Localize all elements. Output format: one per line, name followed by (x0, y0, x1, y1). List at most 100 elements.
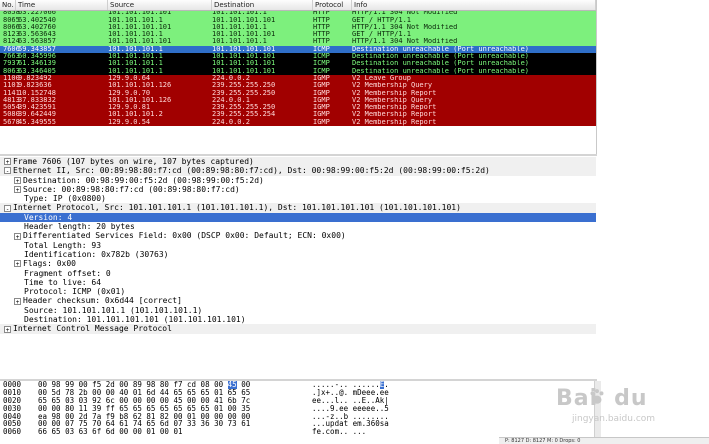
wireshark-window: 805763.226843101.101.101.1101.101.101.10… (0, 0, 709, 444)
expand-icon[interactable]: + (14, 176, 21, 185)
detail-row[interactable]: Time to live: 64 (0, 278, 596, 287)
packet-cell-dst: 101.101.101.101 (212, 67, 276, 75)
packet-row[interactable]: 1101 9.823636 101.101.101.126 239.255.255.2… (0, 82, 596, 90)
expand-icon[interactable]: + (14, 232, 21, 241)
packet-cell-src: 101.101.101.1 (108, 31, 163, 39)
packet-cell-info: Destination unreachable (Port unreachabl… (352, 67, 530, 75)
packet-cell-proto: ICMP (313, 53, 330, 61)
expand-icon[interactable]: + (14, 186, 21, 194)
column-header-time[interactable]: Time (16, 0, 108, 10)
detail-text: Differentiated Services Field: 0x00 (DSC… (23, 231, 346, 241)
packet-row[interactable]: 1100 9.823492 129.9.0.64 224.0.0.2 IGMP V2 Le… (0, 74, 596, 83)
detail-row[interactable]: + Differentiated Services Field: 0x00 (DS… (0, 231, 596, 241)
detail-row[interactable]: Fragment offset: 0 (0, 269, 596, 278)
detail-row[interactable]: + Internet Control Message Protocol (0, 324, 596, 334)
packet-cell-info: V2 Leave Group (352, 74, 412, 82)
packet-cell-proto: IGMP (313, 74, 330, 82)
packet-cell-src: 129.9.0.54 (108, 118, 151, 126)
packet-cell-info: HTTP/1.1 304 Not Modified (352, 38, 458, 46)
packet-row[interactable]: 8065 63.402540 101.101.101.1 101.101.101.10… (0, 16, 596, 24)
packet-cell-src: 101.101.101.126 (108, 96, 172, 104)
column-header-source[interactable]: Source (108, 0, 212, 10)
detail-row[interactable]: Type: IP (0x0800) (0, 194, 596, 203)
packet-cell-dst: 224.0.0.1 (212, 96, 250, 104)
hex-ascii[interactable]: fe.com.. ... (312, 428, 366, 436)
detail-row[interactable]: Total Length: 93 (0, 241, 596, 250)
packet-row[interactable]: 8123 63.563643 101.101.101.1 101.101.101.10… (0, 31, 596, 39)
packet-row[interactable]: 1141 10.152748 129.9.0.70 239.255.255.250 IG… (0, 89, 596, 97)
packet-cell-src: 101.101.101.1 (108, 60, 163, 68)
collapse-icon[interactable]: - (4, 204, 11, 213)
packet-cell-time: 39.423591 (18, 104, 56, 112)
detail-row[interactable]: - Internet Protocol, Src: 101.101.101.1 (… (0, 203, 596, 213)
packet-cell-dst: 101.101.101.101 (212, 31, 276, 39)
packet-details[interactable]: + Frame 7606 (107 bytes on wire, 107 byte… (0, 157, 596, 379)
detail-row[interactable]: + Destination: 00:98:99:00:f5:2d (00:98:9… (0, 176, 596, 185)
packet-row[interactable]: 7937 61.346139 101.101.101.1 101.101.101.10… (0, 60, 596, 68)
expand-icon[interactable]: + (14, 297, 21, 306)
detail-row[interactable]: + Frame 7606 (107 bytes on wire, 107 byte… (0, 157, 596, 167)
detail-text: Version: 4 (24, 212, 73, 222)
detail-row[interactable]: + Source: 00:89:98:80:f7:cd (00:89:98:80:… (0, 185, 596, 194)
packet-bytes[interactable]: 0000 00 98 99 00 f5 2d 00 89 98 80 f7 cd … (0, 381, 596, 444)
expand-icon[interactable]: + (14, 260, 21, 268)
column-header-info[interactable]: Info (352, 0, 596, 10)
column-header-protocol[interactable]: Protocol (313, 0, 352, 10)
detail-row[interactable]: Header length: 20 bytes (0, 222, 596, 231)
packet-row[interactable]: 5054 39.423591 129.9.0.81 239.255.255.250 IG… (0, 104, 596, 112)
detail-row[interactable]: Identification: 0x782b (30763) (0, 250, 596, 259)
packet-list-header: No. Time Source Destination Protocol Inf… (0, 0, 596, 11)
hex-bytes-text: 66 65 03 63 6f 6d 00 00 01 00 01 (38, 427, 183, 437)
packet-row[interactable]: 8066 63.402760 101.101.101.101 101.101.101.… (0, 23, 596, 32)
detail-row[interactable]: Version: 4 (0, 212, 596, 223)
packet-cell-info: Destination unreachable (Port unreachabl… (352, 45, 530, 53)
packet-row[interactable]: 5678 45.349555 129.9.0.54 224.0.0.2 IGMP V2 M… (0, 118, 596, 127)
column-header-destination[interactable]: Destination (212, 0, 313, 10)
packet-cell-dst: 239.255.255.250 (212, 104, 276, 112)
packet-cell-time: 39.642449 (18, 111, 56, 119)
detail-text: Fragment offset: 0 (24, 268, 111, 278)
packet-row[interactable]: 4813 37.833832 101.101.101.126 224.0.0.1 IGM… (0, 96, 596, 105)
packet-cell-time: 45.349555 (18, 118, 56, 126)
packet-cell-dst: 101.101.101.101 (212, 16, 276, 24)
empty-side-area (597, 0, 709, 444)
detail-row[interactable]: Protocol: ICMP (0x01) (0, 287, 596, 296)
detail-row[interactable]: Source: 101.101.101.1 (101.101.101.1) (0, 306, 596, 315)
packet-row[interactable]: 5080 39.642449 101.101.101.2 239.255.255.25… (0, 111, 596, 119)
expand-icon[interactable]: + (4, 158, 11, 166)
packet-row[interactable]: 8063 63.346405 101.101.101.1 101.101.101.10… (0, 67, 596, 75)
detail-text: Total Length: 93 (24, 240, 102, 250)
packet-cell-proto: HTTP (313, 16, 330, 24)
detail-text: Internet Protocol, Src: 101.101.101.1 (1… (13, 203, 461, 213)
detail-text: Frame 7606 (107 bytes on wire, 107 bytes… (13, 157, 254, 166)
detail-row[interactable]: + Header checksum: 0x6d44 [correct] (0, 296, 596, 306)
packet-cell-info: V2 Membership Report (352, 118, 437, 126)
detail-text: Source: 101.101.101.1 (101.101.101.1) (24, 305, 203, 315)
packet-row-selected[interactable]: 7606 59.343857 101.101.101.1 101.101.101.10… (0, 45, 596, 54)
collapse-icon[interactable]: - (4, 167, 11, 175)
packet-list[interactable]: 805763.226843101.101.101.1101.101.101.10… (0, 0, 597, 154)
packet-cell-time: 37.833832 (18, 96, 56, 104)
packet-row[interactable]: 7663 60.345996 101.101.101.1 101.101.101.10… (0, 53, 596, 61)
detail-text: Protocol: ICMP (0x01) (24, 287, 126, 297)
packet-cell-src: 129.9.0.64 (108, 74, 151, 82)
packet-cell-dst: 224.0.0.2 (212, 118, 250, 126)
packet-cell-info: V2 Membership Report (352, 89, 437, 97)
packet-cell-src: 101.101.101.126 (108, 82, 172, 90)
packet-row[interactable]: 8124 63.563857 101.101.101.101 101.101.101.… (0, 38, 596, 46)
expand-icon[interactable]: + (4, 325, 11, 334)
detail-text: Flags: 0x00 (23, 259, 76, 269)
packet-cell-proto: ICMP (313, 60, 330, 68)
packet-cell-info: GET / HTTP/1.1 (352, 16, 412, 24)
packet-cell-proto: IGMP (313, 89, 330, 97)
packet-cell-proto: ICMP (313, 67, 330, 75)
detail-row[interactable]: - Ethernet II, Src: 00:89:98:80:f7:cd (00… (0, 166, 596, 176)
baidu-watermark: Bai du jingyan.baidu.com (548, 386, 698, 434)
packet-cell-time: 63.563643 (18, 31, 56, 39)
column-header-no[interactable]: No. (0, 0, 16, 10)
detail-row[interactable]: + Flags: 0x00 (0, 259, 596, 268)
packet-cell-info: GET / HTTP/1.1 (352, 31, 412, 39)
detail-row[interactable]: Destination: 101.101.101.101 (101.101.10… (0, 315, 596, 324)
hex-bytes[interactable]: 66 65 03 63 6f 6d 00 00 01 00 01 (38, 428, 183, 436)
packet-cell-dst: 239.255.255.250 (212, 82, 276, 90)
